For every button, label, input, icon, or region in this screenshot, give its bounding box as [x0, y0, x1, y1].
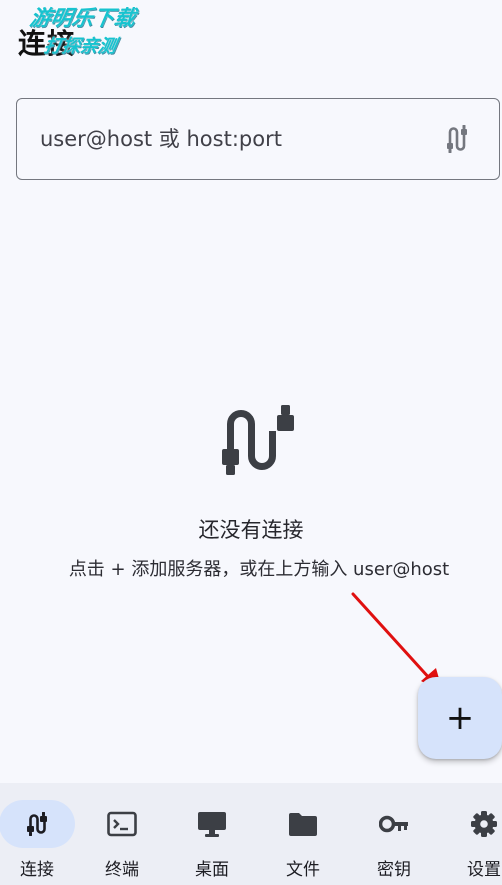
gear-icon — [471, 811, 497, 837]
nav-item-terminal[interactable]: 终端 — [78, 783, 166, 885]
cable-icon[interactable] — [445, 124, 469, 154]
empty-state-title: 还没有连接 — [198, 518, 304, 542]
host-search-field[interactable] — [16, 98, 500, 180]
nav-item-keys[interactable]: 密钥 — [350, 783, 438, 885]
host-input[interactable] — [17, 99, 445, 179]
add-server-button[interactable]: + — [418, 677, 502, 759]
folder-icon — [289, 813, 317, 836]
nav-item-desktop[interactable]: 桌面 — [168, 783, 256, 885]
nav-label-settings: 设置 — [467, 860, 501, 880]
nav-label-connections: 连接 — [20, 860, 54, 880]
bottom-nav: 连接 终端 桌面 文件 密钥 设置 — [0, 783, 502, 885]
terminal-icon — [107, 811, 137, 837]
nav-item-connections[interactable]: 连接 — [0, 783, 81, 885]
nav-label-terminal: 终端 — [105, 860, 139, 880]
key-icon — [379, 815, 408, 833]
nav-item-settings[interactable]: 设置 — [440, 783, 502, 885]
nav-label-files: 文件 — [286, 860, 320, 880]
cable-icon — [27, 812, 47, 836]
plus-icon: + — [445, 698, 475, 738]
nav-item-files[interactable]: 文件 — [259, 783, 347, 885]
nav-label-desktop: 桌面 — [195, 860, 229, 880]
empty-state-hint: 点击 + 添加服务器，或在上方输入 user@host — [68, 559, 450, 580]
cable-icon — [222, 405, 294, 475]
page-title: 连接 — [18, 27, 77, 60]
desktop-icon — [198, 812, 226, 837]
nav-label-keys: 密钥 — [377, 860, 411, 880]
